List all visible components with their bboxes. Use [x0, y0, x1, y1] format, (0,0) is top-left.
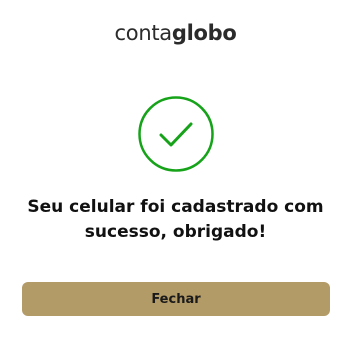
success-message: Seu celular foi cadastrado com sucesso, …: [10, 195, 341, 245]
success-check-icon: [137, 95, 215, 173]
success-message-line-2: sucesso, obrigado!: [84, 222, 267, 242]
close-button[interactable]: Fechar: [22, 282, 330, 316]
logo-text-conta: conta: [114, 21, 173, 45]
logo-text-globo: globo: [171, 21, 237, 45]
contaglobo-logo: contaglobo: [0, 18, 351, 48]
success-message-line-1: Seu celular foi cadastrado com: [27, 197, 324, 217]
